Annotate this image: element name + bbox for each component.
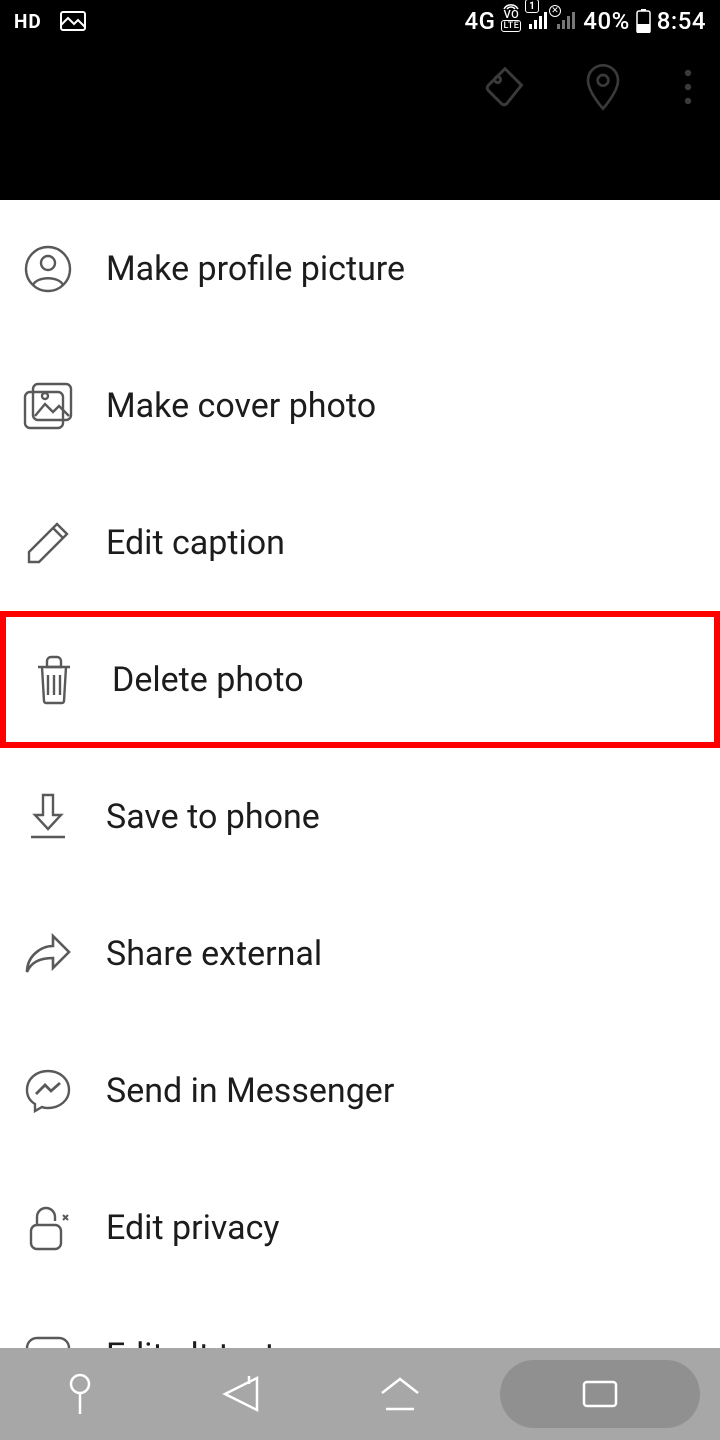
make-cover-photo-option[interactable]: Make cover photo (0, 337, 720, 474)
hd-indicator: HD (14, 10, 42, 33)
option-label: Edit caption (106, 523, 285, 563)
option-label: Edit privacy (106, 1208, 280, 1248)
option-label: Make profile picture (106, 249, 405, 289)
status-bar: HD 4G VOLTE 1 ✕ 40% 8:54 (0, 0, 720, 42)
more-options-icon[interactable] (678, 64, 698, 110)
pencil-icon (20, 515, 76, 571)
photo-options-sheet: Make profile picture Make cover photo Ed… (0, 200, 720, 1416)
option-label: Save to phone (106, 797, 320, 837)
home-button[interactable] (340, 1366, 460, 1422)
assistant-button[interactable] (20, 1366, 140, 1422)
volte-icon: VOLTE (501, 10, 521, 32)
volte-lte: LTE (501, 20, 521, 32)
sim2-no-signal-icon: ✕ (555, 11, 577, 31)
options-list: Make profile picture Make cover photo Ed… (0, 200, 720, 1416)
download-icon (20, 789, 76, 845)
recent-apps-button[interactable] (500, 1360, 700, 1428)
share-arrow-icon (20, 926, 76, 982)
option-label: Delete photo (112, 660, 304, 700)
send-in-messenger-option[interactable]: Send in Messenger (0, 1022, 720, 1159)
tag-icon[interactable] (482, 64, 528, 110)
option-label: Share external (106, 934, 322, 974)
share-external-option[interactable]: Share external (0, 885, 720, 1022)
battery-percentage: 40% (583, 7, 629, 35)
edit-privacy-option[interactable]: Edit privacy (0, 1159, 720, 1296)
sim1-signal-icon: 1 (527, 11, 549, 31)
lock-icon (20, 1200, 76, 1256)
option-label: Send in Messenger (106, 1071, 394, 1111)
location-pin-icon[interactable] (580, 64, 626, 110)
profile-icon (20, 241, 76, 297)
back-button[interactable] (180, 1366, 300, 1422)
delete-photo-option[interactable]: Delete photo (0, 611, 720, 748)
option-label: Make cover photo (106, 386, 376, 426)
save-to-phone-option[interactable]: Save to phone (0, 748, 720, 885)
battery-icon (636, 9, 651, 33)
gallery-notification-icon (60, 11, 86, 31)
photos-icon (20, 378, 76, 434)
trash-icon (26, 652, 82, 708)
photo-header (0, 42, 720, 200)
sim-number: 1 (525, 0, 539, 13)
clock: 8:54 (657, 7, 706, 35)
navigation-bar (0, 1348, 720, 1440)
network-type: 4G (464, 7, 495, 35)
messenger-icon (20, 1063, 76, 1119)
edit-caption-option[interactable]: Edit caption (0, 474, 720, 611)
make-profile-picture-option[interactable]: Make profile picture (0, 200, 720, 337)
